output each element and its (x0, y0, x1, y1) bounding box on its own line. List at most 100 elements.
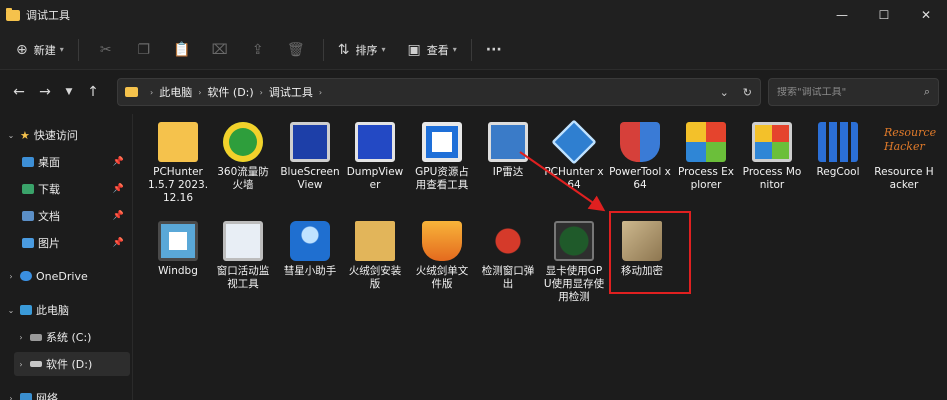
file-item-process-monitor[interactable]: Process Monitor (741, 122, 803, 192)
sidebar-item-desktop[interactable]: 桌面 📌 (18, 150, 130, 174)
delete-icon[interactable]: 🗑 (277, 42, 315, 58)
file-item-window-monitor[interactable]: 窗口活动监视工具 (212, 221, 274, 291)
file-list: PCHunter 1.5.7 2023.12.16 360流量防火墙 BlueS… (134, 114, 947, 400)
breadcrumb-this-pc[interactable]: 此电脑 (159, 84, 192, 100)
sidebar-item-network[interactable]: › 网络 (6, 386, 58, 400)
file-item-ip-radar[interactable]: IP雷达 (477, 122, 539, 179)
sidebar-item-label: 文档 (38, 210, 60, 223)
sidebar-item-downloads[interactable]: 下载 📌 (18, 177, 130, 201)
recent-chevron-icon[interactable]: ▼ (58, 87, 80, 97)
new-button[interactable]: ⊕ 新建 ▾ (10, 36, 70, 64)
sidebar-item-label: 系统 (C:) (46, 331, 92, 344)
chevron-right-icon[interactable]: › (6, 272, 16, 281)
file-item-gpu-monitor[interactable]: 显卡使用GPU使用显存使用检测 (543, 221, 605, 304)
more-button[interactable]: ··· (480, 36, 508, 64)
chevron-right-icon[interactable]: › (319, 88, 322, 97)
search-icon[interactable]: ⌕ (924, 85, 930, 99)
navigation-pane: ⌄ ★ 快速访问 桌面 📌 下载 📌 文档 📌 图片 📌 › OneDrive … (0, 114, 133, 400)
copy-icon[interactable]: ❐ (125, 42, 163, 58)
maximize-button[interactable]: ☐ (863, 0, 905, 30)
view-button[interactable]: ▣ 查看 ▾ (402, 36, 463, 64)
folder-icon (6, 7, 20, 21)
network-icon (20, 393, 32, 400)
file-label: 显卡使用GPU使用显存使用检测 (543, 265, 605, 303)
file-label: Resource Hacker (874, 166, 934, 191)
file-label: Windbg (158, 265, 198, 277)
sidebar-item-drive-d[interactable]: › 软件 (D:) (14, 352, 130, 376)
chevron-right-icon[interactable]: › (16, 360, 26, 369)
chevron-down-icon[interactable]: ⌄ (720, 86, 729, 99)
file-item-huorong-installer[interactable]: 火绒剑安装版 (344, 221, 406, 291)
chevron-down-icon[interactable]: ⌄ (6, 131, 16, 140)
file-label: 360流量防火墙 (217, 166, 269, 191)
file-item-process-explorer[interactable]: Process Explorer (675, 122, 737, 192)
file-item-comet[interactable]: 彗星小助手 (279, 221, 341, 278)
process-explorer-icon (686, 122, 726, 162)
pin-icon[interactable]: 📌 (113, 211, 124, 221)
sort-button[interactable]: ⇅ 排序 ▾ (332, 36, 392, 64)
chevron-right-icon[interactable]: › (198, 88, 201, 97)
pin-icon[interactable]: 📌 (113, 238, 124, 248)
highlight-box (609, 211, 691, 294)
chevron-right-icon[interactable]: › (16, 333, 26, 342)
pin-icon[interactable]: 📌 (113, 157, 124, 167)
chevron-right-icon[interactable]: › (6, 394, 16, 400)
chevron-down-icon: ▾ (452, 45, 457, 54)
back-arrow-icon[interactable]: ← (6, 84, 32, 100)
file-item-pchunter-folder[interactable]: PCHunter 1.5.7 2023.12.16 (147, 122, 209, 205)
file-item-huorong-single[interactable]: 火绒剑单文件版 (411, 221, 473, 291)
file-item-powertool-x64[interactable]: PowerTool x64 (609, 122, 671, 192)
dump-icon (355, 122, 395, 162)
file-label: PCHunter 1.5.7 2023.12.16 (147, 166, 209, 204)
star-icon: ★ (20, 128, 30, 142)
search-box[interactable]: ⌕ (768, 78, 939, 106)
sidebar-item-onedrive[interactable]: › OneDrive (6, 264, 87, 288)
chevron-right-icon[interactable]: › (260, 88, 263, 97)
drive-icon (30, 333, 42, 341)
file-item-windbg[interactable]: Windbg (147, 221, 209, 278)
file-label: PCHunter x64 (544, 166, 604, 191)
search-input[interactable] (777, 86, 907, 98)
window-title: 调试工具 (26, 9, 70, 22)
file-label: DumpViewer (346, 166, 404, 191)
rename-icon[interactable]: ⌧ (201, 42, 239, 58)
sidebar-item-this-pc[interactable]: ⌄ 此电脑 (6, 298, 69, 322)
share-icon[interactable]: ⇪ (239, 42, 277, 58)
file-label: BlueScreenView (280, 166, 340, 191)
file-item-dumpviewer[interactable]: DumpViewer (344, 122, 406, 192)
file-item-popup-detector[interactable]: 检测窗口弹出 (477, 221, 539, 291)
pin-icon[interactable]: 📌 (113, 184, 124, 194)
file-item-360-firewall[interactable]: 360流量防火墙 (212, 122, 274, 192)
file-item-resource-hacker[interactable]: Resource Hacker Resource Hacker (873, 122, 936, 192)
installer-icon (355, 221, 395, 261)
breadcrumb-debug-tools[interactable]: 调试工具 (269, 84, 313, 100)
divider (77, 38, 79, 61)
sidebar-item-documents[interactable]: 文档 📌 (18, 204, 130, 228)
file-item-gpu-resource[interactable]: GPU资源占用查看工具 (411, 122, 473, 192)
file-item-bluescreenview[interactable]: BlueScreenView (279, 122, 341, 192)
sidebar-item-drive-c[interactable]: › 系统 (C:) (16, 325, 91, 349)
cut-icon[interactable]: ✂ (87, 42, 125, 58)
close-button[interactable]: ✕ (905, 0, 947, 30)
breadcrumb-drive-d[interactable]: 软件 (D:) (207, 84, 253, 100)
sidebar-item-quick-access[interactable]: ⌄ ★ 快速访问 (6, 123, 78, 147)
window-controls: — ☐ ✕ (821, 0, 947, 30)
sidebar-item-label: 桌面 (38, 156, 60, 169)
file-item-pchunter-x64[interactable]: PCHunter x64 (543, 119, 605, 192)
address-bar[interactable]: › 此电脑 › 软件 (D:) › 调试工具 › ⌄ ↻ (117, 78, 761, 106)
chevron-down-icon: ▾ (59, 45, 64, 54)
up-arrow-icon[interactable]: ↑ (80, 84, 106, 100)
forward-arrow-icon[interactable]: → (32, 84, 58, 100)
pc-icon (20, 305, 32, 315)
minimize-button[interactable]: — (821, 0, 863, 30)
file-item-regcool[interactable]: RegCool (807, 122, 869, 179)
paste-icon[interactable]: 📋 (163, 42, 201, 58)
pchunter-icon (551, 119, 597, 165)
refresh-icon[interactable]: ↻ (743, 86, 752, 99)
sidebar-item-label: 网络 (36, 392, 58, 400)
chevron-down-icon[interactable]: ⌄ (6, 306, 16, 315)
sidebar-item-pictures[interactable]: 图片 📌 (18, 231, 130, 255)
title-bar: 调试工具 — ☐ ✕ (0, 0, 947, 30)
file-label: 火绒剑安装版 (348, 265, 402, 290)
chevron-right-icon[interactable]: › (150, 88, 153, 97)
